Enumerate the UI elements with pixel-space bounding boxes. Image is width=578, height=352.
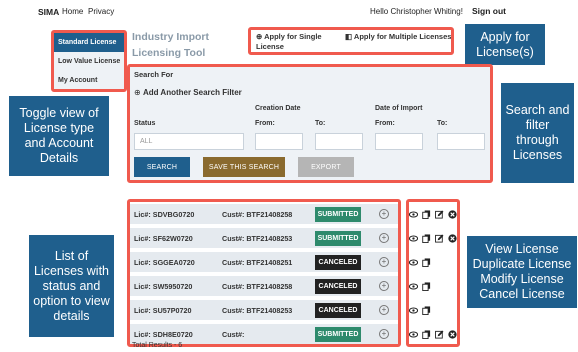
search-highlight [127, 64, 493, 183]
duplicate-icon[interactable] [422, 305, 431, 315]
row-actions [409, 252, 431, 272]
total-results: Total Results - 6 [132, 342, 183, 349]
edit-icon[interactable] [435, 210, 444, 219]
apply-callout: Apply for License(s) [465, 24, 545, 65]
view-icon[interactable] [409, 210, 418, 219]
duplicate-icon[interactable] [422, 233, 431, 243]
edit-icon[interactable] [435, 234, 444, 243]
apply-highlight [248, 27, 454, 55]
cancel-icon[interactable] [448, 233, 457, 243]
actions-callout: View License Duplicate License Modify Li… [467, 236, 577, 308]
view-icon[interactable] [409, 282, 418, 291]
tool-title-line1: Industry Import [132, 31, 210, 43]
row-actions [409, 204, 457, 224]
duplicate-icon[interactable] [422, 257, 431, 267]
tabs-highlight [51, 30, 127, 92]
row-actions [409, 228, 457, 248]
duplicate-icon[interactable] [422, 281, 431, 291]
brand-logo[interactable]: SIMA [38, 7, 59, 17]
search-callout: Search and filter through Licenses [501, 83, 574, 183]
nav-privacy-link[interactable]: Privacy [88, 7, 114, 16]
results-highlight [127, 199, 401, 347]
sign-out-link[interactable]: Sign out [472, 6, 506, 16]
row-actions [409, 324, 457, 344]
view-icon[interactable] [409, 306, 418, 315]
view-icon[interactable] [409, 234, 418, 243]
user-greeting[interactable]: Hello Christopher Whiting! [370, 7, 463, 16]
view-icon[interactable] [409, 330, 418, 339]
cancel-icon[interactable] [448, 209, 457, 219]
tool-title-line2: Licensing Tool [132, 47, 206, 59]
list-callout: List of Licenses with status and option … [29, 235, 114, 337]
row-actions [409, 300, 431, 320]
toggle-callout: Toggle view of License type and Account … [9, 96, 109, 176]
view-icon[interactable] [409, 258, 418, 267]
duplicate-icon[interactable] [422, 329, 431, 339]
cancel-icon[interactable] [448, 329, 457, 339]
nav-home-link[interactable]: Home [62, 7, 83, 16]
duplicate-icon[interactable] [422, 209, 431, 219]
edit-icon[interactable] [435, 330, 444, 339]
row-actions [409, 276, 431, 296]
tool-title: Industry Import Licensing Tool [132, 29, 209, 61]
